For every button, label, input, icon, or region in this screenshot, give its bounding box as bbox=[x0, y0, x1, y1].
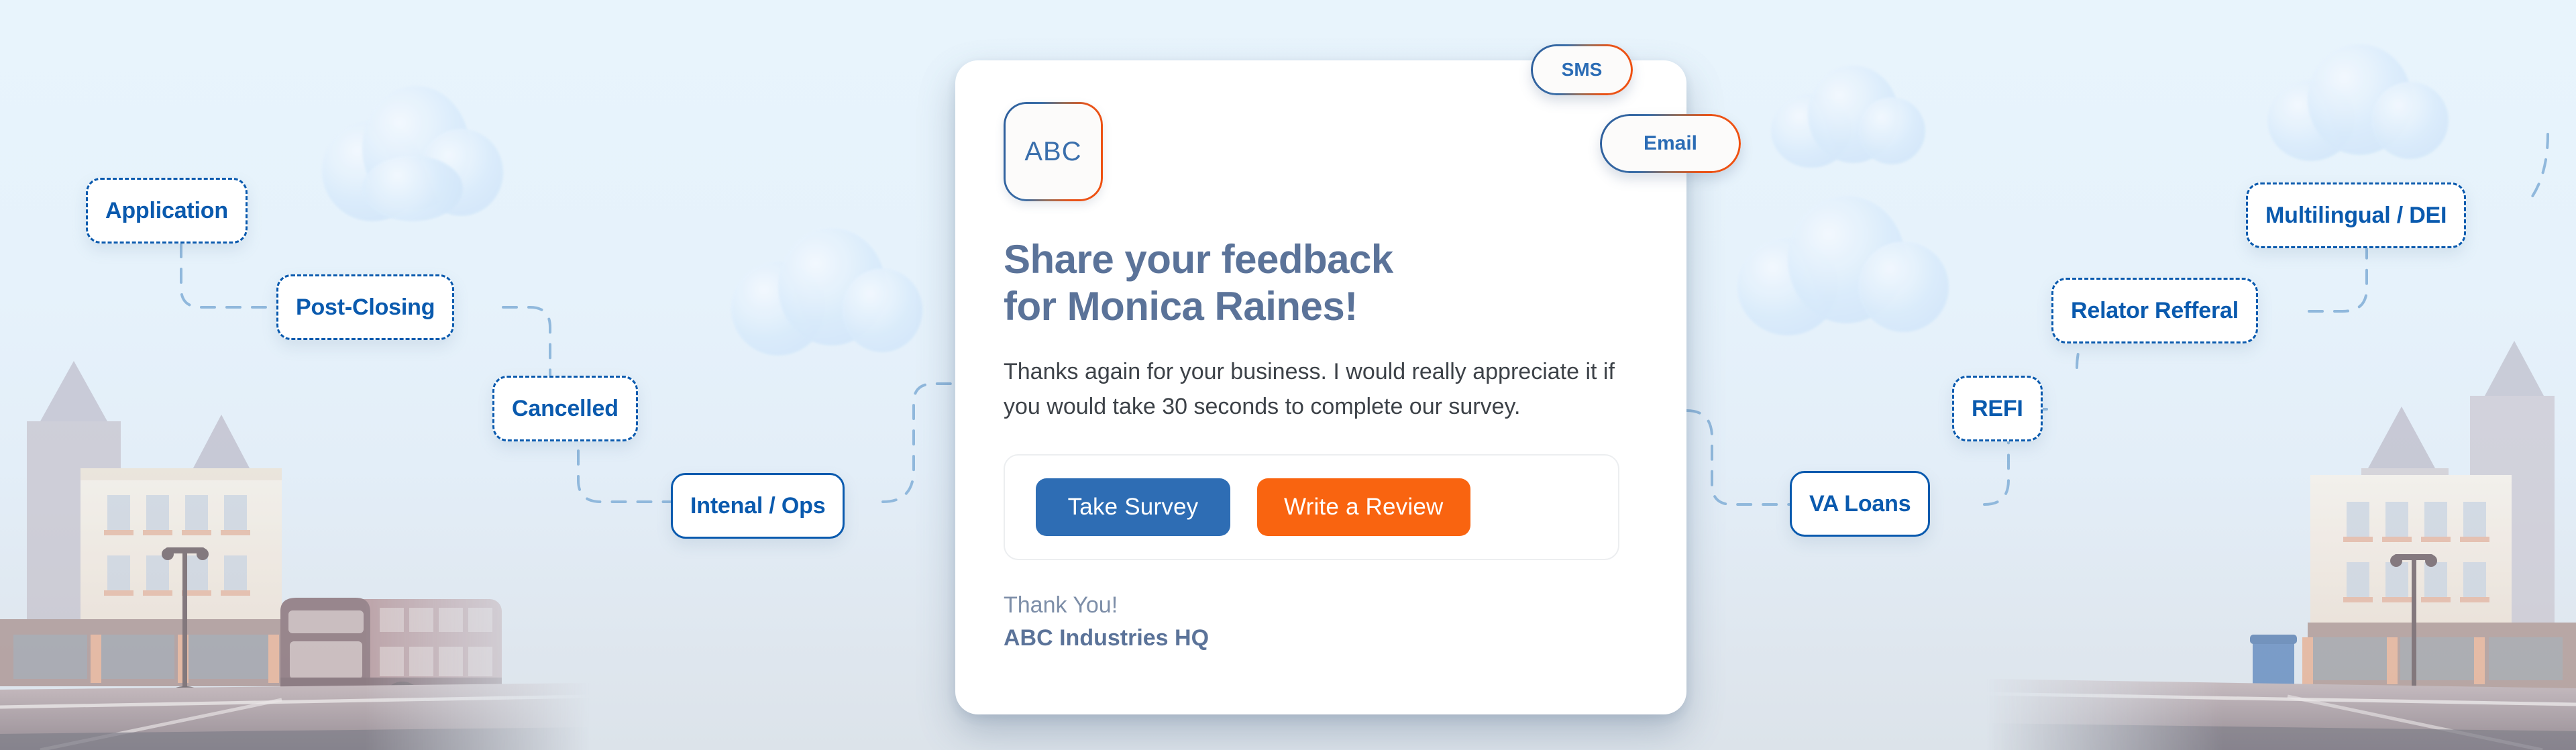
pipeline-chip-label: Relator Refferal bbox=[2071, 297, 2239, 323]
channel-pill-email[interactable]: Email bbox=[1600, 114, 1741, 173]
pipeline-chip-label: VA Loans bbox=[1809, 490, 1911, 517]
take-survey-button[interactable]: Take Survey bbox=[1036, 478, 1230, 536]
pipeline-chip-relator-refferal[interactable]: Relator Refferal bbox=[2051, 278, 2258, 343]
cloud-right-1 bbox=[1737, 188, 1959, 335]
cloud-top-right bbox=[2267, 40, 2455, 161]
pipeline-chip-post-closing[interactable]: Post-Closing bbox=[276, 274, 455, 340]
card-heading: Share your feedback for Monica Raines! bbox=[1004, 236, 1638, 329]
write-review-button[interactable]: Write a Review bbox=[1257, 478, 1470, 536]
cta-panel: Take Survey Write a Review bbox=[1004, 453, 1619, 560]
company-logo-text: ABC bbox=[1024, 136, 1082, 166]
pipeline-chip-internal-ops[interactable]: Intenal / Ops bbox=[671, 473, 845, 539]
pipeline-chip-label: Intenal / Ops bbox=[690, 492, 826, 519]
company-logo: ABC bbox=[1004, 102, 1103, 201]
card-heading-line-1: Share your feedback bbox=[1004, 237, 1393, 282]
trash-bin bbox=[2250, 635, 2297, 696]
cloud-right-2 bbox=[1771, 60, 1932, 168]
pipeline-chip-multilingual-dei[interactable]: Multilingual / DEI bbox=[2246, 182, 2467, 248]
pipeline-chip-label: REFI bbox=[1972, 395, 2023, 421]
card-body-text: Thanks again for your business. I would … bbox=[1004, 359, 1615, 419]
cloud-left-1 bbox=[322, 74, 523, 221]
card-heading-line-2: for Monica Raines! bbox=[1004, 283, 1358, 329]
pipeline-chip-label: Multilingual / DEI bbox=[2265, 202, 2447, 228]
pipeline-chip-refi[interactable]: REFI bbox=[1952, 376, 2043, 441]
pipeline-chip-va-loans[interactable]: VA Loans bbox=[1790, 471, 1931, 537]
pipeline-chip-application[interactable]: Application bbox=[86, 178, 248, 244]
closing-text: Thank You! bbox=[1004, 592, 1118, 618]
company-signature: ABC Industries HQ bbox=[1004, 625, 1210, 651]
pipeline-chip-label: Application bbox=[105, 197, 228, 223]
page-root: Application Post-Closing Cancelled Inten… bbox=[0, 0, 2576, 750]
channel-pill-label: Email bbox=[1643, 132, 1698, 154]
pipeline-chip-cancelled[interactable]: Cancelled bbox=[492, 376, 638, 441]
cloud-left-2 bbox=[731, 221, 932, 356]
channel-pill-label: SMS bbox=[1561, 59, 1603, 80]
pipeline-chip-label: Post-Closing bbox=[296, 294, 435, 320]
email-preview-card: ABC Share your feedback for Monica Raine… bbox=[955, 60, 1686, 714]
pipeline-chip-label: Cancelled bbox=[512, 395, 619, 421]
channel-pill-sms[interactable]: SMS bbox=[1531, 44, 1633, 95]
city-illustration-right bbox=[1986, 341, 2576, 750]
